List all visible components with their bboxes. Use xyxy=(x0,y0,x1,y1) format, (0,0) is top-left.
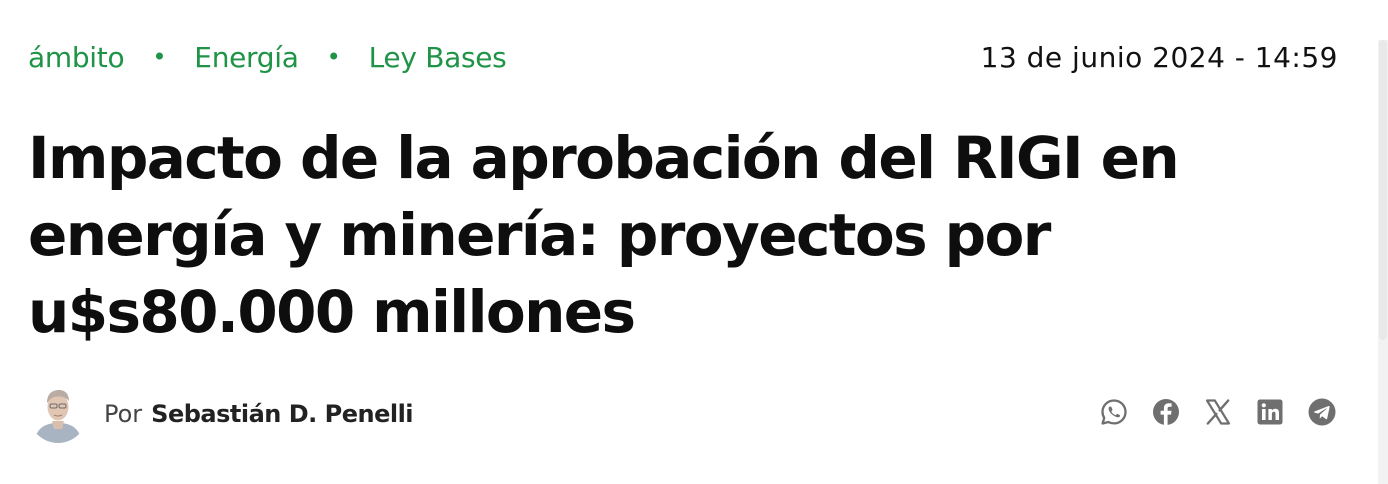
share-bar xyxy=(1098,396,1338,428)
author-prefix: Por xyxy=(104,400,143,428)
scrollbar-track[interactable] xyxy=(1378,40,1388,484)
author-avatar[interactable] xyxy=(28,381,88,443)
share-telegram-button[interactable] xyxy=(1306,396,1338,428)
article-meta-row: ámbito • Energía • Ley Bases 13 de junio… xyxy=(28,36,1338,78)
publish-date: 13 de junio 2024 - 14:59 xyxy=(980,40,1338,74)
share-linkedin-button[interactable] xyxy=(1254,396,1286,428)
facebook-icon xyxy=(1153,399,1179,425)
scrollbar-thumb[interactable] xyxy=(1379,40,1387,340)
author-byline: Por Sebastián D. Penelli xyxy=(28,381,414,443)
breadcrumb-topic-link[interactable]: Ley Bases xyxy=(369,41,507,74)
author-name-link[interactable]: Sebastián D. Penelli xyxy=(151,400,413,428)
linkedin-icon xyxy=(1257,399,1283,425)
share-x-button[interactable] xyxy=(1202,396,1234,428)
breadcrumb-home-link[interactable]: ámbito xyxy=(28,41,125,74)
share-facebook-button[interactable] xyxy=(1150,396,1182,428)
article-title: Impacto de la aprobación del RIGI en ene… xyxy=(28,124,1180,346)
breadcrumb-section-link[interactable]: Energía xyxy=(194,41,299,74)
whatsapp-icon xyxy=(1101,399,1127,425)
x-icon xyxy=(1205,399,1231,425)
breadcrumb-separator: • xyxy=(152,43,167,71)
breadcrumb: ámbito • Energía • Ley Bases xyxy=(28,41,507,74)
breadcrumb-separator: • xyxy=(326,43,341,71)
telegram-icon xyxy=(1308,398,1336,426)
author-line: Por Sebastián D. Penelli xyxy=(104,400,414,428)
share-whatsapp-button[interactable] xyxy=(1098,396,1130,428)
author-row: Por Sebastián D. Penelli xyxy=(28,380,1338,444)
